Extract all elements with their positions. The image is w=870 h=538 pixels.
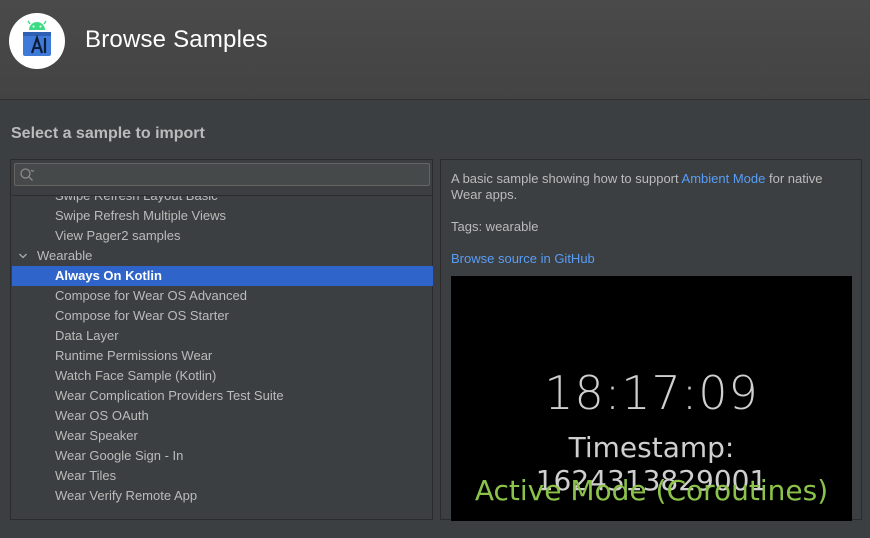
tree-item-label: Swipe Refresh Multiple Views bbox=[55, 208, 226, 223]
sample-list-panel: Swipe Refresh Layout Basic Swipe Refresh… bbox=[10, 159, 433, 520]
tree-item-label: Wear OS OAuth bbox=[55, 408, 149, 423]
tree-item-label: Data Layer bbox=[55, 328, 119, 343]
tree-item-label: Wear Verify Remote App bbox=[55, 488, 198, 503]
tree-group-label: Wearable bbox=[37, 248, 93, 263]
sample-tree[interactable]: Swipe Refresh Layout Basic Swipe Refresh… bbox=[12, 195, 433, 520]
search-input[interactable] bbox=[39, 165, 428, 186]
dialog-header: Browse Samples bbox=[0, 0, 870, 100]
tree-item[interactable]: Wear Google Sign - In bbox=[12, 446, 433, 466]
tree-item[interactable]: Wear Tiles bbox=[12, 466, 433, 486]
search-field[interactable] bbox=[14, 163, 430, 186]
tree-item-label: Wear Speaker bbox=[55, 428, 138, 443]
tree-item-label: Wear Google Sign - In bbox=[55, 448, 184, 463]
tree-item-label: Always On Kotlin bbox=[55, 268, 162, 283]
tree-item[interactable]: Watch Face Sample (Kotlin) bbox=[12, 366, 433, 386]
tree-item[interactable]: View Pager2 samples bbox=[12, 226, 433, 246]
tree-item[interactable]: Wear Speaker bbox=[12, 426, 433, 446]
description-text: A basic sample showing how to support bbox=[451, 171, 682, 186]
search-icon[interactable] bbox=[19, 167, 35, 183]
tree-item-label: Compose for Wear OS Advanced bbox=[55, 288, 247, 303]
tree-item[interactable]: Swipe Refresh Multiple Views bbox=[12, 206, 433, 226]
tree-item-selected[interactable]: Always On Kotlin bbox=[12, 266, 433, 286]
sample-details-panel: A basic sample showing how to support Am… bbox=[440, 159, 862, 521]
sample-description: A basic sample showing how to support Am… bbox=[451, 171, 831, 203]
tree-item[interactable]: Data Layer bbox=[12, 326, 433, 346]
tree-item[interactable]: Wear OS OAuth bbox=[12, 406, 433, 426]
tree-item-label: View Pager2 samples bbox=[55, 228, 181, 243]
tree-item[interactable]: Compose for Wear OS Starter bbox=[12, 306, 433, 326]
sample-preview-image: 18:17:09 Timestamp: 1624313829001 Active… bbox=[451, 276, 852, 521]
section-title: Select a sample to import bbox=[11, 125, 205, 142]
tree-item[interactable]: Swipe Refresh Layout Basic bbox=[12, 195, 433, 206]
tree-item-label: Watch Face Sample (Kotlin) bbox=[55, 368, 217, 383]
tree-item[interactable]: Compose for Wear OS Advanced bbox=[12, 286, 433, 306]
sample-tags: Tags: wearable bbox=[451, 219, 539, 234]
tree-item[interactable]: Wear Complication Providers Test Suite bbox=[12, 386, 433, 406]
browse-source-link[interactable]: Browse source in GitHub bbox=[451, 251, 595, 266]
tree-item-label: Swipe Refresh Layout Basic bbox=[55, 195, 218, 203]
tree-item-label: Compose for Wear OS Starter bbox=[55, 308, 229, 323]
tree-item-label: Wear Tiles bbox=[55, 468, 117, 483]
tree-item[interactable]: Wear Verify Remote App bbox=[12, 486, 433, 506]
preview-time: 18:17:09 bbox=[544, 366, 759, 420]
chevron-down-icon[interactable] bbox=[18, 251, 28, 261]
tree-item-label: Wear Complication Providers Test Suite bbox=[55, 388, 284, 403]
android-studio-logo-icon bbox=[9, 13, 65, 69]
tree-group-wearable[interactable]: Wearable bbox=[12, 246, 433, 266]
ambient-mode-link[interactable]: Ambient Mode bbox=[682, 171, 766, 186]
tree-item[interactable]: Runtime Permissions Wear bbox=[12, 346, 433, 366]
preview-mode: Active Mode (Coroutines) bbox=[474, 474, 829, 507]
dialog-title: Browse Samples bbox=[85, 26, 268, 53]
tree-item-label: Runtime Permissions Wear bbox=[55, 348, 213, 363]
